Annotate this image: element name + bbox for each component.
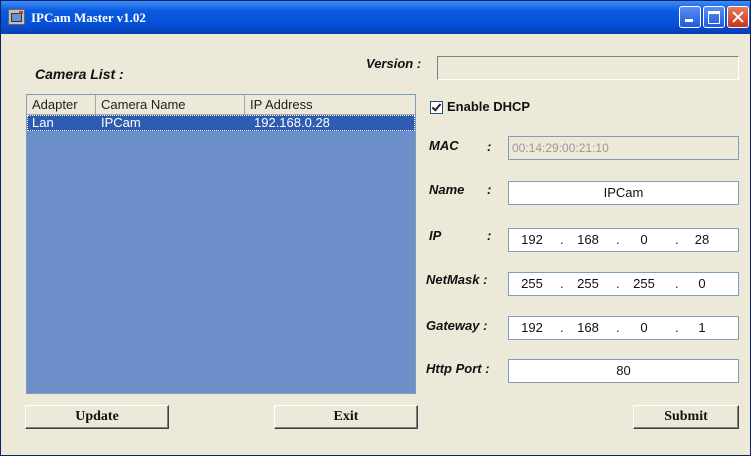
title-bar[interactable]: IPCam Master v1.02	[1, 1, 750, 34]
enable-dhcp-checkbox[interactable]	[430, 101, 443, 114]
app-window: IPCam Master v1.02 Camera List : Version…	[0, 0, 751, 456]
gateway-octet-3[interactable]: 0	[629, 317, 659, 339]
ip-octet-2[interactable]: 168	[573, 229, 603, 251]
netmask-octet-2[interactable]: 255	[573, 273, 603, 295]
gateway-dot: .	[616, 320, 620, 335]
ip-label: IP	[429, 228, 442, 243]
close-button[interactable]	[727, 6, 749, 28]
ip-octet-3[interactable]: 0	[629, 229, 659, 251]
mac-label: MAC	[429, 138, 459, 153]
row-ip-address: 192.168.0.28	[254, 115, 330, 130]
camera-app-icon[interactable]	[8, 9, 25, 25]
ip-colon: :	[487, 228, 492, 243]
submit-button[interactable]: Submit	[633, 405, 739, 429]
row-focus-rect	[27, 115, 415, 131]
mac-colon: :	[487, 139, 492, 154]
camera-list-header: Adapter Camera Name IP Address	[27, 95, 415, 115]
gateway-label: Gateway :	[426, 318, 488, 333]
gateway-octet-1[interactable]: 192	[517, 317, 547, 339]
column-ip-address[interactable]: IP Address	[245, 95, 415, 114]
name-label: Name	[429, 182, 465, 197]
table-row[interactable]: Lan IPCam 192.168.0.28	[27, 115, 415, 131]
minimize-button[interactable]	[679, 6, 701, 28]
exit-button[interactable]: Exit	[274, 405, 418, 429]
ip-dot: .	[675, 232, 679, 247]
netmask-label: NetMask :	[426, 272, 488, 287]
column-adapter[interactable]: Adapter	[27, 95, 96, 114]
version-label: Version :	[366, 56, 422, 71]
gateway-field[interactable]: 192 . 168 . 0 . 1	[508, 316, 739, 340]
mac-field: 00:14:29:00:21:10	[508, 136, 739, 160]
update-button[interactable]: Update	[25, 405, 169, 429]
netmask-octet-4[interactable]: 0	[687, 273, 717, 295]
ip-address-field[interactable]: 192 . 168 . 0 . 28	[508, 228, 739, 252]
gateway-dot: .	[675, 320, 679, 335]
netmask-octet-3[interactable]: 255	[629, 273, 659, 295]
http-port-label: Http Port :	[426, 361, 490, 376]
http-port-field[interactable]: 80	[508, 359, 739, 383]
gateway-octet-2[interactable]: 168	[573, 317, 603, 339]
row-adapter: Lan	[32, 115, 54, 130]
column-camera-name[interactable]: Camera Name	[96, 95, 245, 114]
netmask-dot: .	[616, 276, 620, 291]
maximize-button[interactable]	[703, 6, 725, 28]
netmask-field[interactable]: 255 . 255 . 255 . 0	[508, 272, 739, 296]
ip-dot: .	[560, 232, 564, 247]
camera-list-label: Camera List :	[35, 66, 124, 82]
camera-list[interactable]: Adapter Camera Name IP Address Lan IPCam…	[26, 94, 416, 394]
ip-dot: .	[616, 232, 620, 247]
window-title: IPCam Master v1.02	[31, 10, 146, 25]
enable-dhcp-label[interactable]: Enable DHCP	[447, 99, 530, 114]
netmask-octet-1[interactable]: 255	[517, 273, 547, 295]
netmask-dot: .	[560, 276, 564, 291]
row-camera-name: IPCam	[101, 115, 141, 130]
name-colon: :	[487, 182, 492, 197]
gateway-octet-4[interactable]: 1	[687, 317, 717, 339]
gateway-dot: .	[560, 320, 564, 335]
netmask-dot: .	[675, 276, 679, 291]
version-field	[437, 56, 739, 80]
ip-octet-1[interactable]: 192	[517, 229, 547, 251]
ip-octet-4[interactable]: 28	[687, 229, 717, 251]
name-field[interactable]: IPCam	[508, 181, 739, 205]
